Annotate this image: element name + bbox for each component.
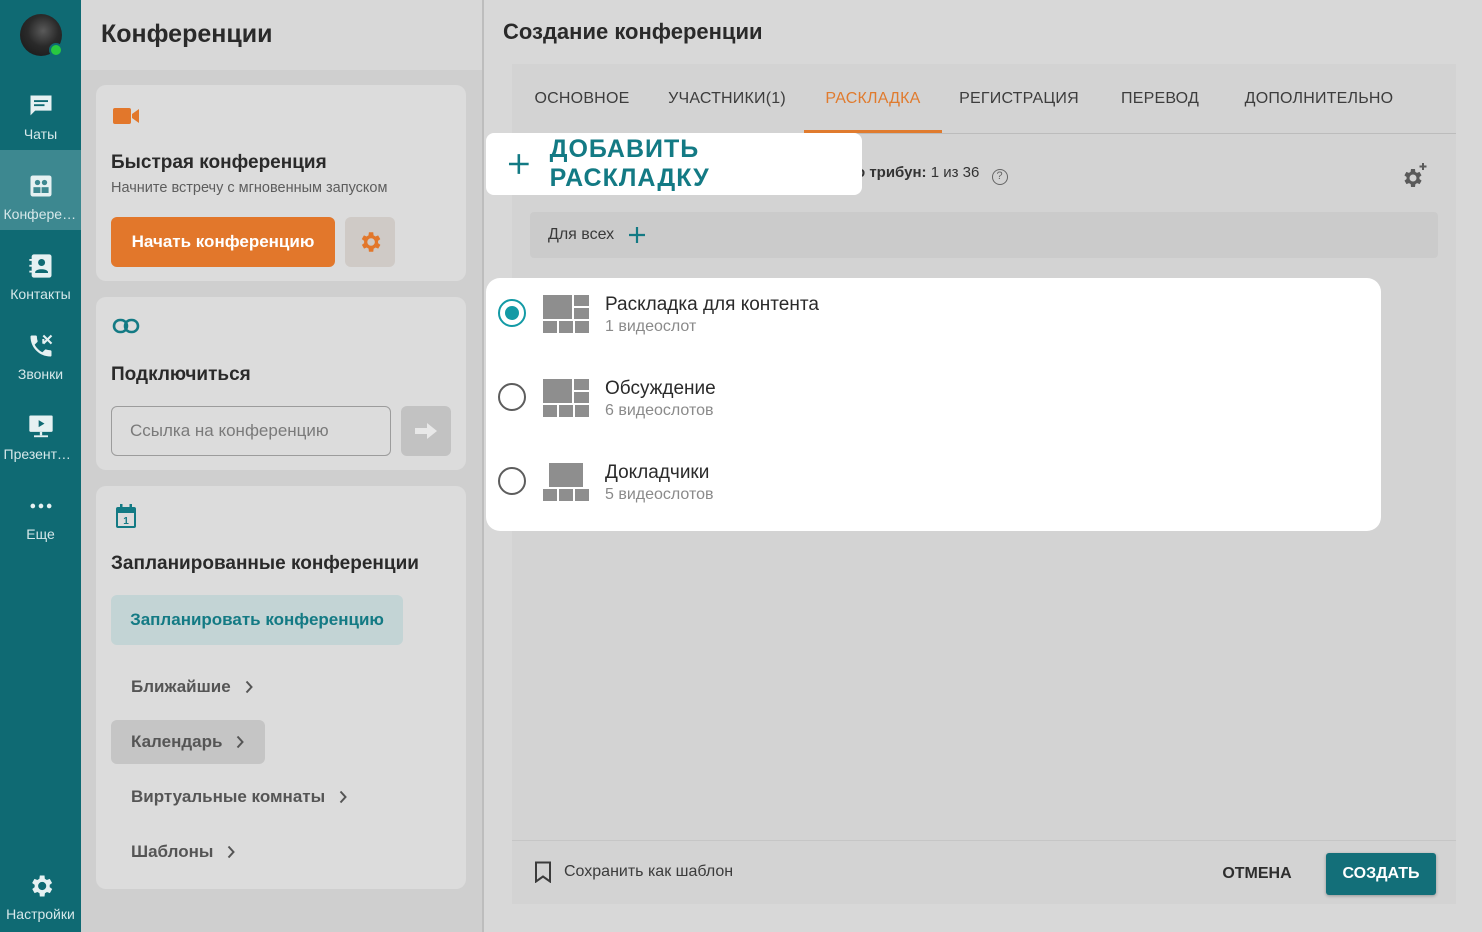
tribune-counter: о трибун: 1 из 36 ?	[856, 164, 1008, 185]
save-as-template[interactable]: Сохранить как шаблон	[534, 861, 733, 883]
calendar-icon: 1	[116, 504, 136, 528]
calls-icon	[30, 334, 52, 357]
rail-item-calls[interactable]: Звонки	[0, 310, 81, 390]
layout-radio[interactable]	[498, 467, 526, 495]
conference-link-input[interactable]	[111, 406, 391, 456]
nav-link-calendar[interactable]: Календарь	[111, 720, 266, 764]
rail-item-label: Чаты	[23, 126, 58, 142]
chevron-right-icon	[228, 845, 236, 859]
quick-conference-title: Быстрая конференция	[111, 152, 327, 173]
more-icon	[30, 503, 51, 509]
layout-radio[interactable]	[498, 299, 526, 327]
layout-slots: 6 видеослотов	[605, 402, 714, 419]
layout-option-content[interactable]: Раскладка для контента 1 видеослот	[486, 278, 1381, 362]
arrow-right-icon	[415, 423, 437, 439]
connect-submit-button[interactable]	[401, 406, 451, 456]
bookmark-icon	[535, 861, 551, 883]
rail-item-settings[interactable]: Настройки	[0, 850, 81, 930]
tab-registration[interactable]: РЕГИСТРАЦИЯ	[944, 64, 1094, 134]
panel-title: Конференции	[81, 0, 482, 70]
quick-conference-settings-button[interactable]	[345, 217, 395, 267]
layout-settings-button[interactable]	[1400, 162, 1428, 195]
for-all-row: Для всех	[530, 212, 1438, 258]
layout-list: Раскладка для контента 1 видеослот Обсуж…	[486, 278, 1381, 531]
tribune-label: о трибун:	[856, 164, 927, 181]
rail-item-label: Конференции	[3, 206, 78, 222]
nav-link-label: Календарь	[131, 732, 223, 751]
conferences-panel: Конференции Быстрая конференция Начните …	[81, 0, 482, 932]
add-layout-button[interactable]: ДОБАВИТЬ РАСКЛАДКУ	[486, 133, 862, 195]
quick-conference-card: Быстрая конференция Начните встречу с мг…	[96, 85, 466, 281]
chevron-right-icon	[245, 680, 253, 694]
layout-name: Обсуждение	[605, 378, 716, 399]
rail-item-contacts[interactable]: Контакты	[0, 230, 81, 310]
rail-item-label: Настройки	[6, 906, 75, 922]
layout-speakers-icon	[543, 463, 589, 501]
video-camera-icon	[113, 108, 139, 124]
cancel-button[interactable]: ОТМЕНА	[1212, 853, 1302, 895]
dialog-footer: Сохранить как шаблон ОТМЕНА СОЗДАТЬ	[512, 840, 1456, 904]
connect-card: Подключиться	[96, 297, 466, 470]
presentation-icon	[28, 415, 53, 438]
tab-layout[interactable]: РАСКЛАДКА	[804, 64, 942, 134]
tab-translation[interactable]: ПЕРЕВОД	[1094, 64, 1226, 134]
layout-option-speakers[interactable]: Докладчики 5 видеослотов	[486, 446, 1381, 530]
online-status-dot	[49, 43, 63, 57]
layout-name: Докладчики	[605, 462, 710, 483]
layout-slots: 5 видеослотов	[605, 486, 714, 503]
rail-item-label: Звонки	[17, 366, 64, 382]
rail-item-chats[interactable]: Чаты	[0, 70, 81, 150]
tab-participants[interactable]: УЧАСТНИКИ(1)	[652, 64, 802, 134]
chevron-right-icon	[237, 735, 245, 749]
layout-content-icon	[543, 295, 589, 333]
connect-title: Подключиться	[111, 364, 251, 385]
gear-icon	[31, 875, 52, 897]
layout-slots: 1 видеослот	[605, 318, 697, 335]
rail-item-conferences[interactable]: Конференции	[0, 150, 81, 230]
save-template-label: Сохранить как шаблон	[564, 863, 734, 880]
tribune-value: 1 из 36	[930, 164, 980, 181]
nav-link-upcoming[interactable]: Ближайшие	[111, 665, 274, 709]
nav-link-virtual-rooms[interactable]: Виртуальные комнаты	[111, 775, 368, 819]
nav-link-label: Виртуальные комнаты	[131, 787, 326, 806]
rail-item-label: Контакты	[10, 286, 71, 302]
schedule-conference-button[interactable]: Запланировать конференцию	[111, 595, 403, 645]
create-conference-title: Создание конференции	[484, 0, 1482, 64]
scheduled-conferences-card: 1 Запланированные конференции Запланиров…	[96, 486, 466, 889]
layout-option-discussion[interactable]: Обсуждение 6 видеослотов	[486, 362, 1381, 446]
chat-icon	[30, 95, 51, 116]
gear-plus-icon	[1404, 163, 1427, 187]
rail-item-label: Еще	[26, 526, 55, 542]
nav-link-templates[interactable]: Шаблоны	[111, 830, 256, 874]
contacts-icon	[28, 254, 51, 278]
help-icon[interactable]: ?	[991, 169, 1008, 185]
rail-item-presentations[interactable]: Презентации	[0, 390, 81, 470]
layout-radio[interactable]	[498, 383, 526, 411]
add-layout-label: ДОБАВИТЬ РАСКЛАДКУ	[549, 135, 710, 192]
tabs-bar: ОСНОВНОЕ УЧАСТНИКИ(1) РАСКЛАДКА РЕГИСТРА…	[512, 64, 1456, 134]
link-icon	[112, 318, 140, 334]
svg-text:1: 1	[123, 516, 129, 527]
tab-basic[interactable]: ОСНОВНОЕ	[512, 64, 652, 134]
tab-additional[interactable]: ДОПОЛНИТЕЛЬНО	[1226, 64, 1412, 134]
plus-icon	[508, 154, 529, 174]
nav-link-label: Шаблоны	[131, 842, 214, 861]
quick-conference-subtitle: Начните встречу с мгновенным запуском	[111, 180, 388, 196]
layout-name: Раскладка для контента	[605, 294, 819, 315]
start-conference-button[interactable]: Начать конференцию	[111, 217, 335, 267]
gear-icon	[361, 232, 381, 252]
rail-item-label: Презентации	[3, 446, 78, 462]
layout-discussion-icon	[543, 379, 589, 417]
for-all-label: Для всех	[548, 226, 615, 243]
plus-icon[interactable]	[628, 226, 646, 244]
nav-link-label: Ближайшие	[131, 677, 231, 696]
create-button[interactable]: СОЗДАТЬ	[1326, 853, 1436, 895]
conference-icon	[30, 175, 51, 197]
rail-item-more[interactable]: Еще	[0, 470, 81, 550]
left-rail: Чаты Конференции Контакты Звонки Презент…	[0, 0, 81, 932]
scheduled-title: Запланированные конференции	[111, 553, 419, 574]
chevron-right-icon	[339, 790, 347, 804]
